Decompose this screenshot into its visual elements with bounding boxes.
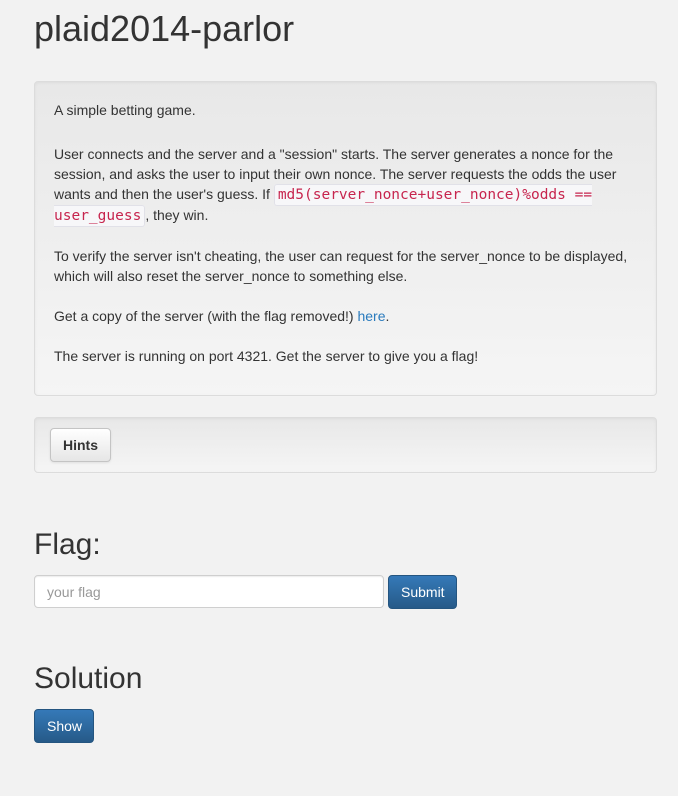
- description-port: The server is running on port 4321. Get …: [54, 348, 479, 364]
- show-solution-button[interactable]: Show: [34, 709, 94, 743]
- flag-heading: Flag:: [34, 528, 101, 561]
- description-verify: To verify the server isn't cheating, the…: [54, 248, 628, 284]
- download-text: Get a copy of the server (with the flag …: [54, 308, 358, 324]
- description-intro: A simple betting game.: [54, 102, 196, 118]
- rules-text-end: , they win.: [145, 207, 209, 223]
- submit-button[interactable]: Submit: [388, 575, 457, 609]
- description-download: Get a copy of the server (with the flag …: [54, 306, 637, 326]
- description-panel: A simple betting game. User connects and…: [34, 81, 657, 396]
- hints-panel: Hints: [34, 417, 657, 473]
- page-title: plaid2014-parlor: [34, 8, 295, 49]
- server-download-link[interactable]: here: [357, 308, 385, 324]
- solution-heading: Solution: [34, 662, 143, 695]
- description-rules: User connects and the server and a "sess…: [54, 144, 637, 227]
- flag-input[interactable]: [34, 575, 384, 608]
- challenge-page: plaid2014-parlor A simple betting game. …: [0, 0, 678, 796]
- hints-button[interactable]: Hints: [50, 428, 111, 462]
- download-text-end: .: [385, 308, 390, 324]
